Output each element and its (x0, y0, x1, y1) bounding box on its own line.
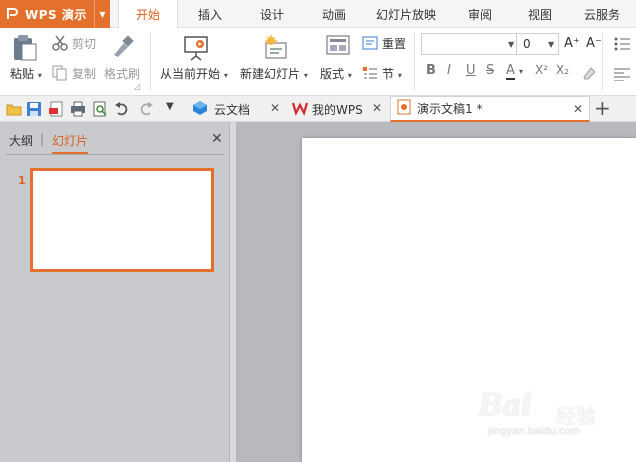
close-icon[interactable]: ✕ (372, 101, 382, 115)
tab-animation[interactable]: 动画 (310, 0, 358, 28)
format-painter-button[interactable]: 格式刷 (104, 65, 140, 82)
new-slide-button[interactable]: 新建幻灯片 ▾ (240, 65, 308, 82)
watermark-url: jingyan.baidu.com (488, 426, 581, 437)
new-slide-icon[interactable] (262, 34, 290, 65)
redo-icon[interactable] (138, 101, 154, 117)
doc-tab-label: 演示文稿1 * (417, 102, 483, 116)
app-menu-button[interactable]: WPS 演示 ▼ (0, 0, 110, 28)
layout-button[interactable]: 版式 ▾ (320, 65, 352, 82)
print-preview-icon[interactable] (92, 101, 108, 117)
ribbon: 粘贴 ▾ 剪切 复制 格式刷 ◿ 从当前开始 ▾ 新建幻灯片 ▾ 版式 ▾ 重置… (0, 28, 636, 96)
close-icon[interactable]: ✕ (573, 102, 583, 116)
align-left-icon[interactable] (614, 67, 630, 84)
open-folder-icon[interactable] (6, 101, 22, 117)
cut-button[interactable]: 剪切 (72, 35, 96, 52)
ribbon-separator (414, 32, 415, 90)
scissors-icon[interactable] (52, 35, 68, 54)
doc-tab-cloud[interactable]: 云文档 ✕ (186, 96, 286, 122)
subscript-button[interactable]: X₂ (556, 63, 569, 77)
watermark-suffix: 经验 (556, 404, 596, 428)
wps-logo-icon (291, 100, 309, 119)
tab-design[interactable]: 设计 (248, 0, 296, 28)
customize-toolbar-icon[interactable]: ▼ (166, 101, 182, 117)
tab-slideshow[interactable]: 幻灯片放映 (370, 0, 442, 28)
undo-icon[interactable] (114, 101, 130, 117)
paw-icon (532, 390, 554, 417)
clipboard-launcher-icon[interactable]: ◿ (134, 82, 140, 91)
slide-panel: 大纲 | 幻灯片 ✕ 1 (0, 122, 230, 462)
copy-button[interactable]: 复制 (72, 65, 96, 82)
paste-icon[interactable] (12, 34, 38, 65)
panel-tab-separator: | (40, 132, 45, 146)
bullet-list-icon[interactable] (614, 37, 630, 54)
projector-icon[interactable] (182, 34, 210, 65)
baidu-watermark: Bai 经验 jingyan.baidu.com (470, 386, 620, 444)
bold-button[interactable]: B (426, 63, 436, 78)
reset-button[interactable]: 重置 (382, 35, 406, 52)
section-button[interactable]: 节 ▾ (382, 65, 402, 82)
grow-font-button[interactable]: A⁺ (564, 36, 580, 51)
doc-tab-presentation[interactable]: 演示文稿1 * ✕ (390, 96, 590, 122)
menu-bar: WPS 演示 ▼ 开始 插入 设计 动画 幻灯片放映 审阅 视图 云服务 (0, 0, 636, 29)
tab-outline[interactable]: 大纲 (9, 132, 33, 149)
tab-slides[interactable]: 幻灯片 (52, 132, 89, 154)
reset-icon[interactable] (362, 35, 378, 54)
layout-icon[interactable] (326, 34, 350, 63)
shrink-font-button[interactable]: A⁻ (586, 36, 602, 51)
ribbon-separator (150, 32, 151, 90)
font-name-input[interactable] (421, 33, 517, 55)
paste-button[interactable]: 粘贴 ▾ (10, 65, 42, 82)
doc-tab-mywps[interactable]: 我的WPS ✕ (286, 96, 388, 122)
chevron-down-icon[interactable]: ▼ (94, 0, 110, 28)
print-icon[interactable] (70, 101, 86, 117)
format-painter-icon[interactable] (110, 35, 134, 62)
tab-view[interactable]: 视图 (516, 0, 564, 28)
tab-home[interactable]: 开始 (118, 0, 178, 29)
strikethrough-button[interactable]: S (486, 63, 494, 78)
cloud-doc-icon (192, 100, 208, 119)
new-tab-icon[interactable]: + (594, 96, 611, 120)
copy-icon[interactable] (52, 65, 68, 84)
quick-access-bar: ▼ 云文档 ✕ 我的WPS ✕ 演示文稿1 * ✕ + (0, 96, 636, 122)
font-size-value: 0 (523, 37, 531, 51)
doc-tab-label: 我的WPS (312, 102, 363, 117)
ribbon-separator (602, 32, 603, 90)
slide-panel-header: 大纲 | 幻灯片 ✕ (0, 122, 230, 156)
italic-button[interactable]: I (447, 63, 451, 78)
underline-button[interactable]: U (466, 63, 476, 78)
app-title: WPS 演示 (25, 7, 87, 22)
panel-divider (6, 154, 224, 155)
slide-thumbnail[interactable] (30, 168, 214, 272)
tab-cloud-services[interactable]: 云服务 (578, 0, 626, 28)
export-pdf-icon[interactable] (48, 101, 64, 117)
clear-format-icon[interactable] (582, 65, 596, 84)
close-icon[interactable]: ✕ (270, 101, 280, 115)
slide-number: 1 (18, 174, 26, 187)
save-icon[interactable] (26, 101, 42, 117)
section-icon[interactable] (362, 65, 378, 84)
font-size-chevron-icon[interactable]: ▼ (548, 40, 554, 49)
font-name-chevron-icon[interactable]: ▼ (508, 40, 514, 49)
close-icon[interactable]: ✕ (211, 131, 223, 147)
wps-logo-icon (5, 6, 21, 22)
watermark-brand: Bai (478, 388, 532, 423)
play-from-current-button[interactable]: 从当前开始 ▾ (160, 65, 228, 82)
tab-insert[interactable]: 插入 (186, 0, 234, 28)
presentation-file-icon (397, 99, 411, 118)
tab-review[interactable]: 审阅 (456, 0, 504, 28)
font-color-button[interactable]: A ▾ (506, 63, 523, 80)
superscript-button[interactable]: X² (535, 63, 548, 77)
doc-tab-label: 云文档 (214, 102, 251, 117)
